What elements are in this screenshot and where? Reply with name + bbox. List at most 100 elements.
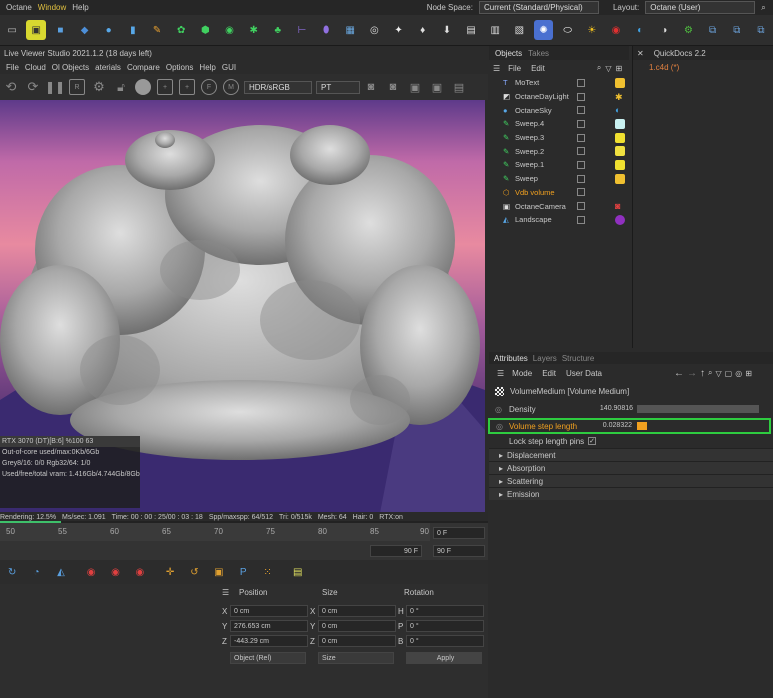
lv-menu-cloud[interactable]: Cloud <box>25 63 46 72</box>
timeline[interactable]: 50 55 60 65 70 75 80 85 90 0 F 90 F 90 F <box>0 523 488 560</box>
list-item[interactable]: ✎ Sweep.1 <box>489 158 629 172</box>
visibility-checkbox[interactable] <box>577 160 585 169</box>
visibility-checkbox[interactable] <box>577 92 585 101</box>
size-z-field[interactable]: 0 cm <box>318 635 396 647</box>
key-icon[interactable]: ◔ <box>27 562 47 582</box>
volume-step-slider[interactable] <box>637 422 647 430</box>
section-absorption[interactable]: ▸ Absorption <box>489 461 773 474</box>
keyframe-sel-icon[interactable]: ◉ <box>130 562 150 582</box>
bend-icon[interactable]: ⬮ <box>316 20 336 40</box>
objects-menu-icon[interactable]: ☰ <box>493 64 500 73</box>
camera-view-icon[interactable]: ◙ <box>363 79 379 95</box>
rotation-p-field[interactable]: 0 ° <box>406 620 484 632</box>
tab-objects[interactable]: Objects <box>495 49 522 58</box>
lv-menu-objects[interactable]: Ol Objects <box>52 63 89 72</box>
tab-layers[interactable]: Layers <box>533 354 557 363</box>
objects-add-icon[interactable]: ⊞ <box>616 64 623 73</box>
sun-icon[interactable]: ☀ <box>582 20 602 40</box>
section-emission[interactable]: ▸ Emission <box>489 487 773 500</box>
attr-pin-icon[interactable]: ◎ <box>735 369 742 378</box>
lv-menu-gui[interactable]: GUI <box>222 63 236 72</box>
array-icon[interactable]: ◉ <box>220 20 240 40</box>
subdivision-icon[interactable]: ⬢ <box>195 20 215 40</box>
frame-max-field[interactable]: 90 F <box>433 545 485 557</box>
param-icon[interactable]: P <box>233 562 253 582</box>
info-icon[interactable]: ▤ <box>451 79 467 95</box>
tab-takes[interactable]: Takes <box>528 49 549 58</box>
move-icon[interactable]: ✛ <box>160 562 180 582</box>
clapper-icon[interactable]: ▤ <box>461 20 481 40</box>
coord-mode-select[interactable]: Object (Rel) <box>230 652 306 664</box>
pill-icon[interactable]: ⬭ <box>558 20 578 40</box>
coords-menu-icon[interactable]: ☰ <box>222 588 229 597</box>
record-key-icon[interactable]: ◉ <box>81 562 101 582</box>
sphere-icon[interactable]: ● <box>99 20 119 40</box>
density-field[interactable]: 140.90816 <box>585 403 635 415</box>
attr-add-icon[interactable]: ⊞ <box>745 369 752 378</box>
density-slider[interactable] <box>637 405 759 413</box>
position-x-field[interactable]: 0 cm <box>230 605 308 617</box>
clay-icon[interactable] <box>135 79 151 95</box>
render-settings-icon[interactable]: ▧ <box>509 20 529 40</box>
list-item[interactable]: ● OctaneSky ◐ <box>489 103 629 117</box>
material-tag-icon[interactable] <box>615 132 625 143</box>
restart-icon[interactable]: ⟳ <box>25 79 41 95</box>
volume-step-field[interactable]: 0.028322 <box>584 420 632 432</box>
region-icon[interactable]: R <box>69 79 85 95</box>
material-tag-icon[interactable] <box>615 159 625 170</box>
moon-icon[interactable]: ◑ <box>654 20 674 40</box>
list-item[interactable]: ✎ Sweep.3 <box>489 131 629 145</box>
record-icon[interactable]: ◉ <box>606 20 626 40</box>
mograph-icon[interactable]: ♣ <box>268 20 288 40</box>
density-anim-icon[interactable]: ◎ <box>495 405 502 414</box>
size-mode-select[interactable]: Size <box>318 652 394 664</box>
cylinder-icon[interactable]: ▮ <box>123 20 143 40</box>
octane-icon[interactable]: ✺ <box>533 20 554 40</box>
size-y-field[interactable]: 0 cm <box>318 620 396 632</box>
list-item[interactable]: ▣ OctaneCamera ◙ <box>489 199 629 213</box>
loop-icon[interactable]: ↻ <box>2 562 22 582</box>
visibility-checkbox[interactable] <box>577 78 585 87</box>
export-icon[interactable]: ▣ <box>429 79 445 95</box>
visibility-checkbox[interactable] <box>577 106 585 115</box>
cube-icon[interactable]: ■ <box>51 20 71 40</box>
attributes-menu-icon[interactable]: ☰ <box>497 369 504 378</box>
pause-icon[interactable]: ❚❚ <box>45 79 65 95</box>
auto-key-icon[interactable]: ◭ <box>51 562 71 582</box>
objects-search-icon[interactable]: ⌕ <box>597 63 601 73</box>
tag-icon[interactable]: ♦ <box>413 20 433 40</box>
objects-filter-icon[interactable]: ▽ <box>605 64 611 73</box>
frame-start-field[interactable]: 0 F <box>433 527 485 539</box>
quickdocs-close-icon[interactable]: ✕ <box>637 49 644 58</box>
refresh-icon[interactable]: ⟲ <box>3 79 19 95</box>
add-box-icon[interactable]: + <box>157 79 173 95</box>
visibility-checkbox[interactable] <box>577 202 585 211</box>
focus-icon[interactable]: F <box>201 79 217 95</box>
deformer-icon[interactable]: ⊢ <box>292 20 312 40</box>
half-circle-icon[interactable]: ◐ <box>630 20 650 40</box>
lv-menu-file[interactable]: File <box>6 63 19 72</box>
python-third-icon[interactable]: ⧉ <box>751 20 771 40</box>
cube-blue-icon[interactable]: ◆ <box>75 20 95 40</box>
rotation-b-field[interactable]: 0 ° <box>406 635 484 647</box>
up-arrow-icon[interactable]: ↑ <box>700 368 705 379</box>
frame-end-field[interactable]: 90 F <box>370 545 422 557</box>
apply-button[interactable]: Apply <box>406 652 482 664</box>
add-region-icon[interactable]: + <box>179 79 195 95</box>
lv-menu-help[interactable]: Help <box>199 63 215 72</box>
attr-filter-icon[interactable]: ▽ <box>715 369 721 378</box>
material-tag-icon[interactable] <box>615 146 625 157</box>
forward-arrow-icon[interactable]: → <box>687 368 697 379</box>
gear-green-icon[interactable]: ⚙ <box>679 20 699 40</box>
lv-menu-materials[interactable]: aterials <box>95 63 121 72</box>
material-tag-icon[interactable] <box>615 173 625 184</box>
menu-window[interactable]: Window <box>38 3 66 12</box>
attr-lock-icon[interactable]: ▢ <box>725 369 733 378</box>
list-item[interactable]: ✎ Sweep.2 <box>489 144 629 158</box>
rotate-icon[interactable]: ↺ <box>184 562 204 582</box>
lock-step-checkbox[interactable]: ✓ <box>588 437 597 445</box>
settings-gear-icon[interactable]: ⚙ <box>91 79 107 95</box>
save-image-icon[interactable]: ▣ <box>407 79 423 95</box>
menu-octane[interactable]: Octane <box>6 3 32 12</box>
visibility-checkbox[interactable] <box>577 215 585 224</box>
